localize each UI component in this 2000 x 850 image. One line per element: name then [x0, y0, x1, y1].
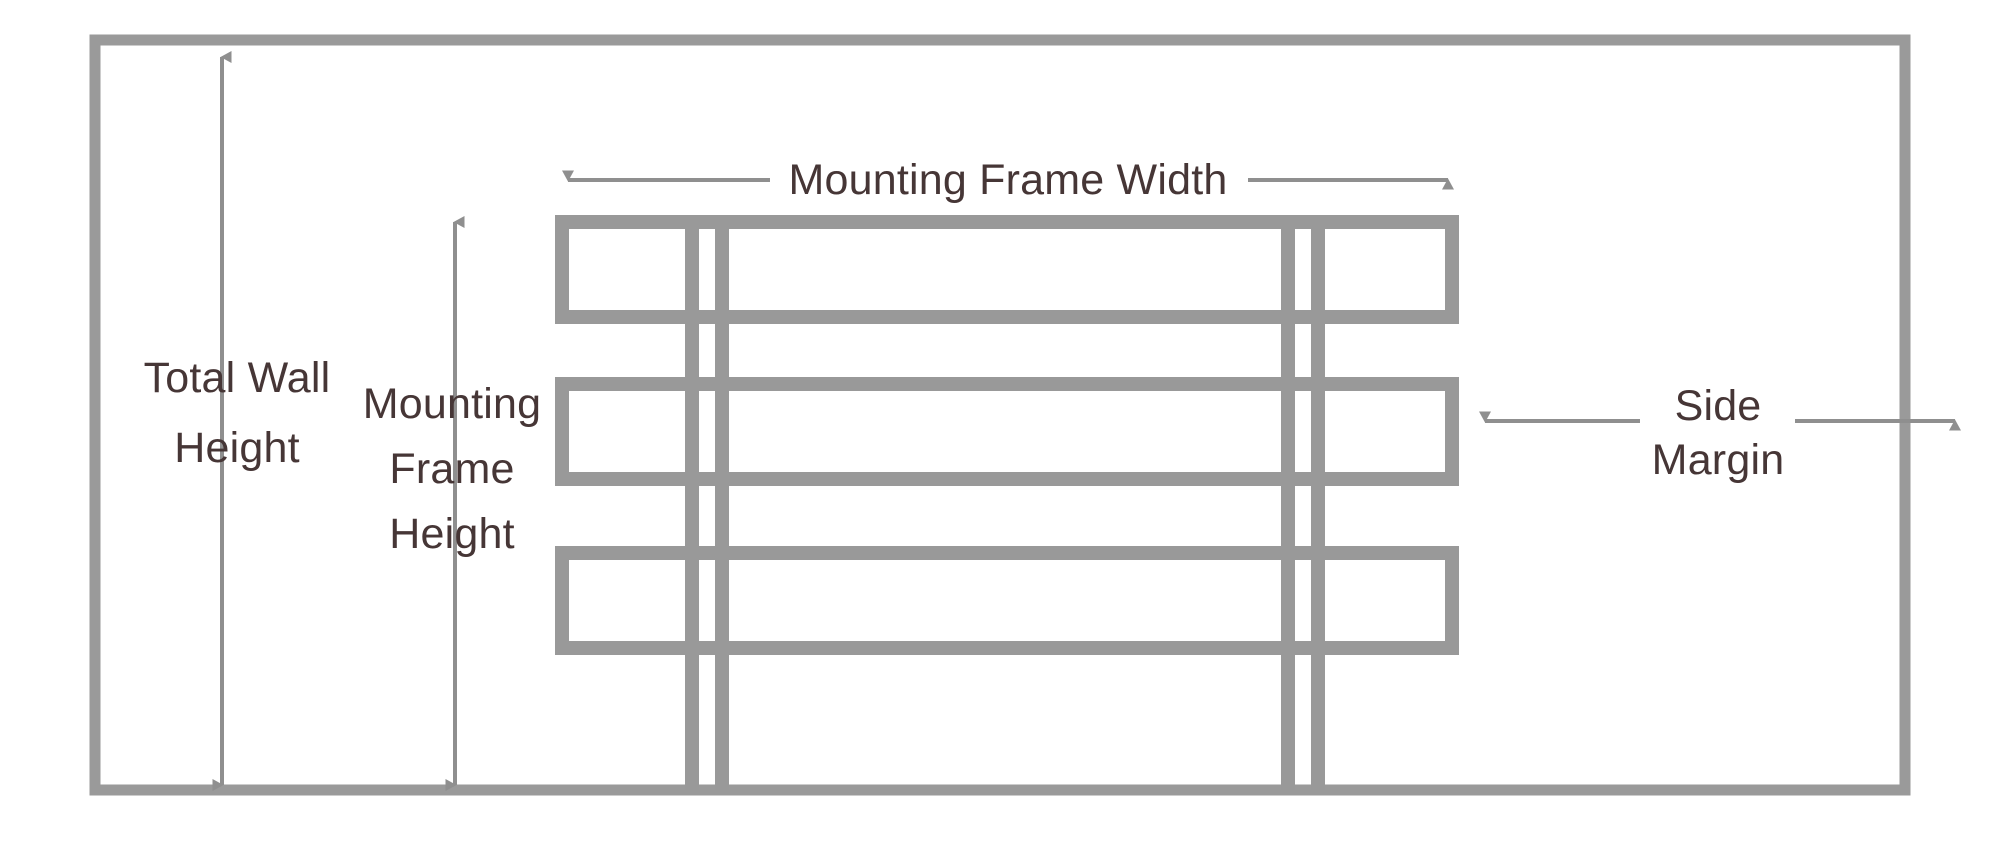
dimension-mounting-frame-height: Mounting Frame Height	[363, 216, 542, 791]
mounting-frame-height-label-line1: Mounting	[363, 380, 542, 428]
side-margin-label-line1: Side	[1675, 382, 1762, 430]
diagram-canvas: Total Wall Height Mounting Frame Height …	[0, 0, 2000, 850]
total-wall-height-label-line1: Total Wall	[144, 354, 331, 402]
dimension-side-margin: Side Margin	[1479, 382, 1961, 484]
mounting-frame-height-label-line2: Frame	[389, 445, 514, 493]
mounting-frame-width-label: Mounting Frame Width	[789, 156, 1228, 204]
side-margin-label-line2: Margin	[1652, 436, 1785, 484]
ladder-cord-group	[685, 222, 1325, 790]
dimension-total-wall-height: Total Wall Height	[144, 51, 331, 791]
total-wall-height-label-line2: Height	[174, 424, 300, 472]
mounting-frame-height-label-line3: Height	[389, 510, 515, 558]
blind-assembly-group	[555, 215, 1459, 790]
wall-blind-dimension-diagram: Total Wall Height Mounting Frame Height …	[89, 34, 1961, 796]
dimension-mounting-frame-width: Mounting Frame Width	[562, 156, 1454, 204]
